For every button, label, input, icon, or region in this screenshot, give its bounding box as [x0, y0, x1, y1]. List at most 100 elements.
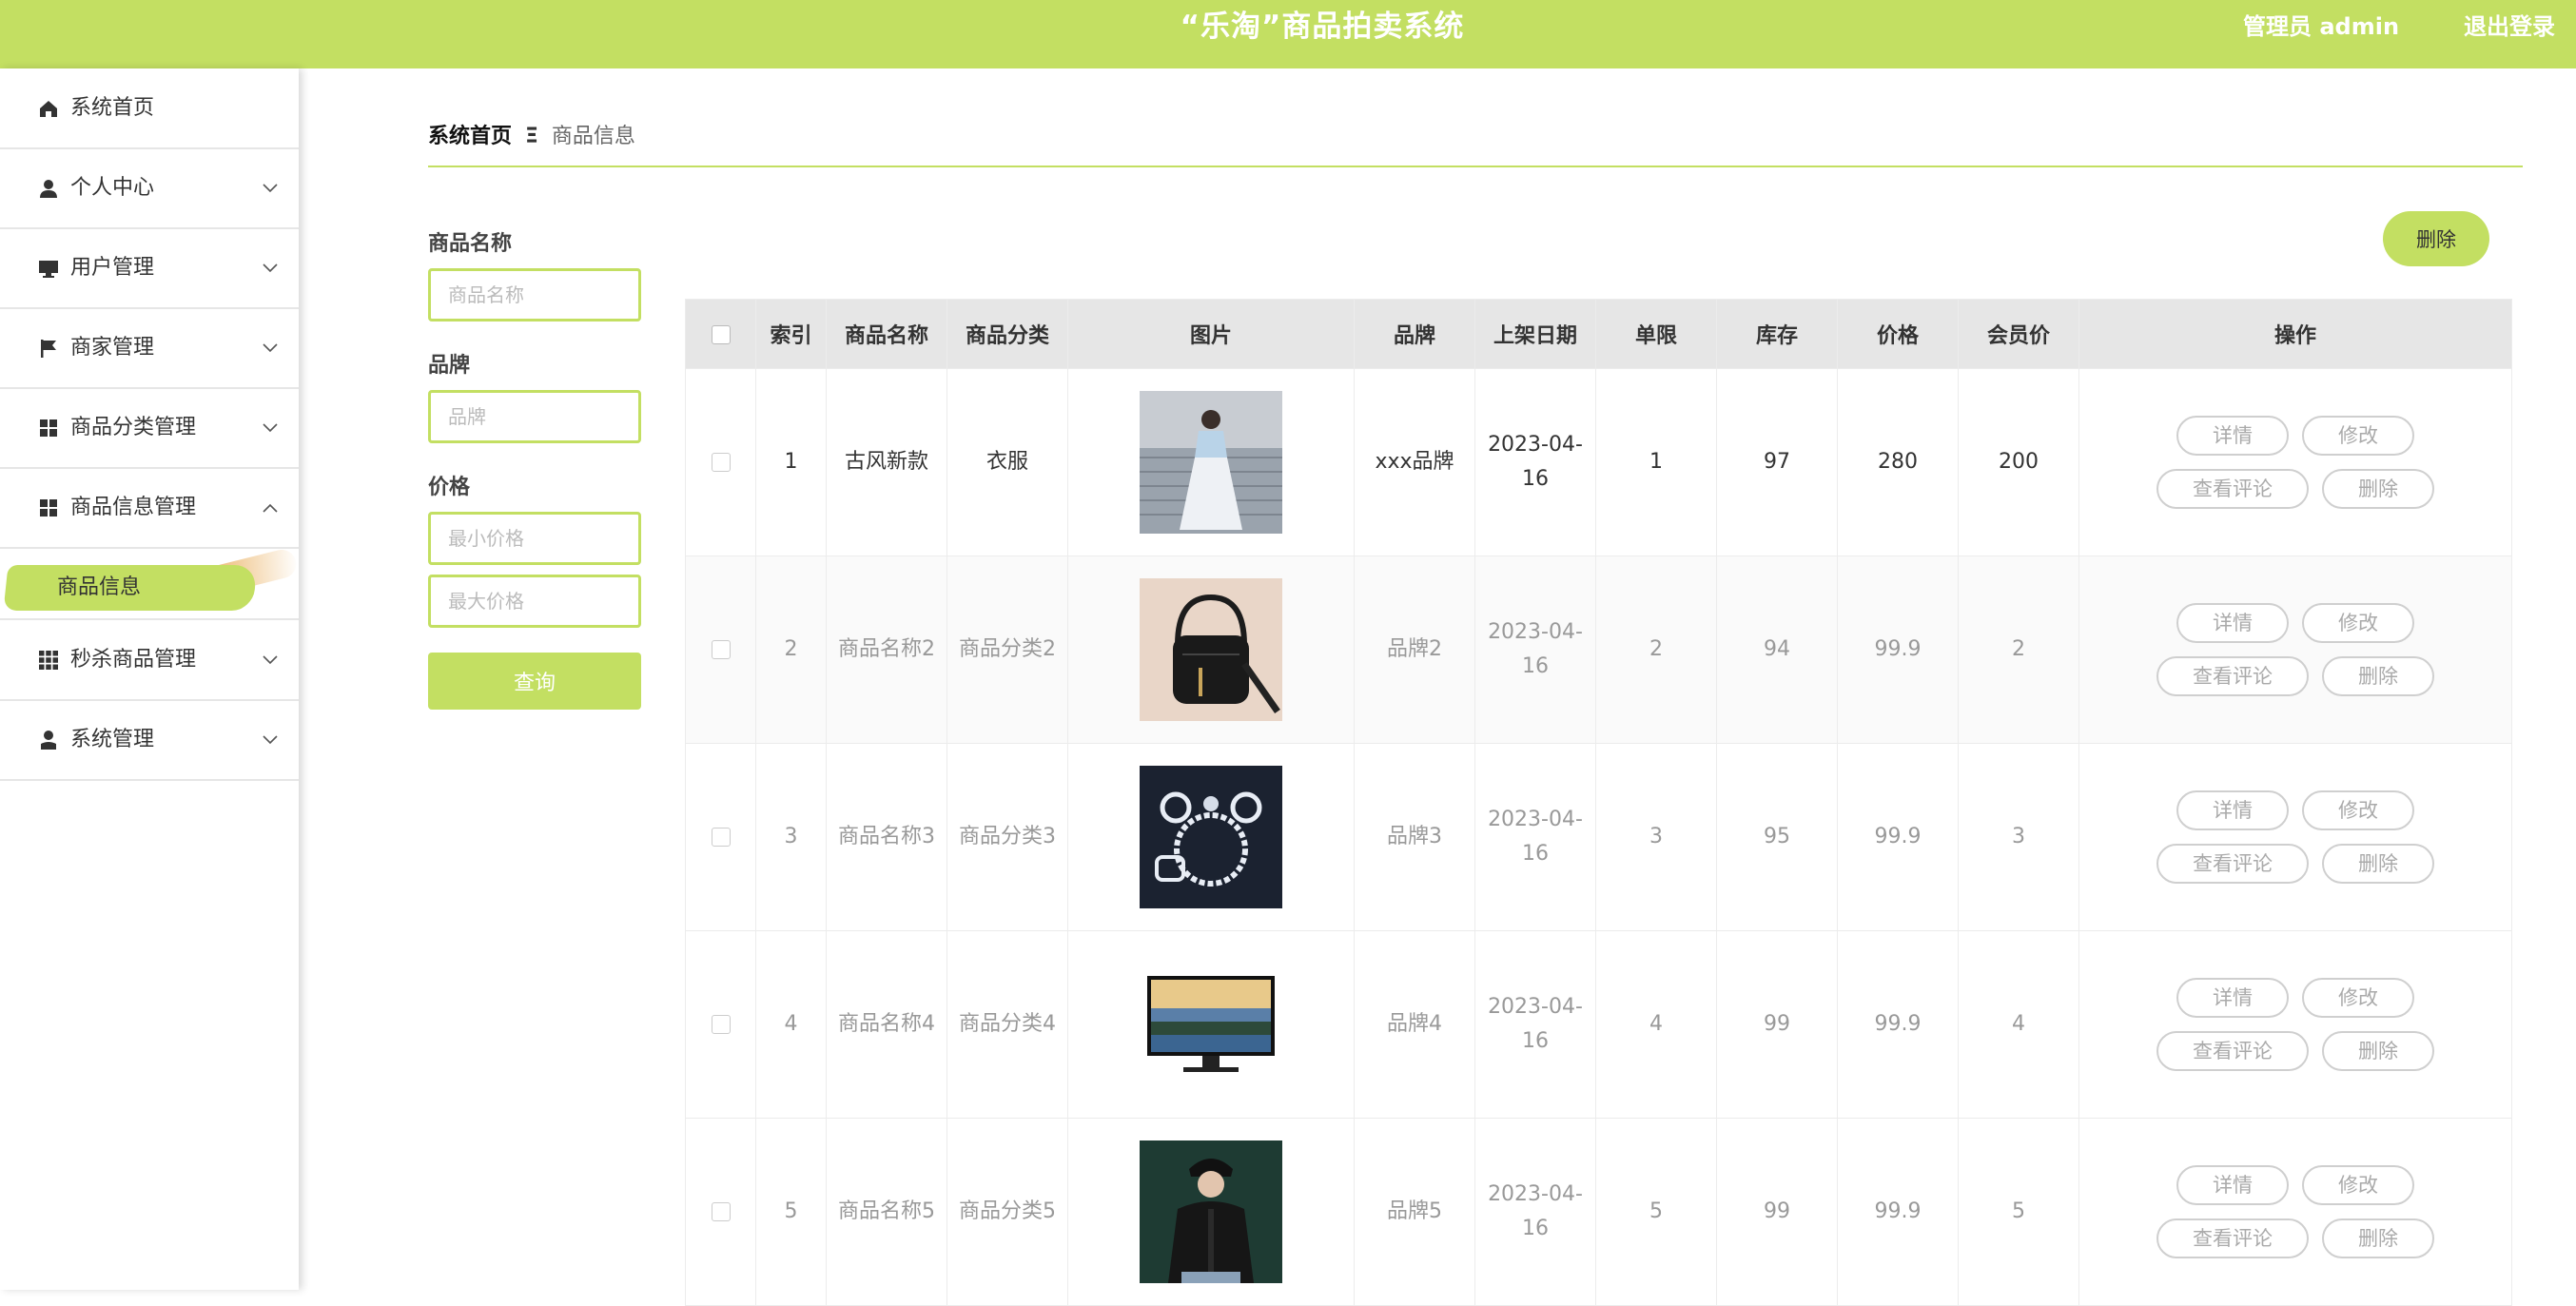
cell-category: 商品分类3 [946, 743, 1068, 931]
row-checkbox[interactable] [711, 828, 731, 847]
cell-actions: 详情 修改 查看评论 删除 [2078, 743, 2512, 931]
chevron-down-icon [263, 422, 278, 432]
row-delete-button[interactable]: 删除 [2322, 1218, 2434, 1258]
sidebar: 系统首页 个人中心 用户管理 商家管理 商品分类管理 商品信息管理 商品信息 秒… [0, 68, 300, 1290]
edit-button[interactable]: 修改 [2302, 1165, 2414, 1205]
cell-brand: 品牌5 [1354, 1118, 1475, 1306]
product-image-hanfu-dress[interactable] [1140, 391, 1282, 534]
cell-stock: 99 [1716, 930, 1838, 1119]
header-actions: 操作 [2078, 299, 2512, 369]
cell-date: 2023-04-16 [1474, 1118, 1596, 1306]
breadcrumb-separator-icon: Ξ [525, 125, 538, 148]
sidebar-item-profile[interactable]: 个人中心 [0, 148, 299, 229]
cell-name: 商品名称2 [826, 556, 947, 744]
product-image-tv[interactable] [1140, 953, 1282, 1096]
detail-button[interactable]: 详情 [2176, 416, 2289, 456]
sidebar-item-users[interactable]: 用户管理 [0, 228, 299, 309]
edit-button[interactable]: 修改 [2302, 790, 2414, 830]
cell-category: 衣服 [946, 368, 1068, 556]
detail-button[interactable]: 详情 [2176, 603, 2289, 643]
sidebar-item-categories[interactable]: 商品分类管理 [0, 388, 299, 469]
view-comments-button[interactable]: 查看评论 [2156, 656, 2309, 696]
cell-brand: 品牌4 [1354, 930, 1475, 1119]
user-admin-icon [41, 730, 56, 750]
chevron-up-icon [263, 503, 278, 513]
max-price-input[interactable] [428, 575, 641, 628]
min-price-input[interactable] [428, 512, 641, 565]
view-comments-button[interactable]: 查看评论 [2156, 1218, 2309, 1258]
row-delete-button[interactable]: 删除 [2322, 656, 2434, 696]
product-image-jacket[interactable] [1140, 1140, 1282, 1283]
cell-price: 280 [1837, 368, 1959, 556]
logout-button[interactable]: 退出登录 [2464, 0, 2555, 53]
chevron-down-icon [263, 654, 278, 664]
cell-date: 2023-04-16 [1474, 930, 1596, 1119]
detail-button[interactable]: 详情 [2176, 978, 2289, 1018]
submenu-item-label[interactable]: 商品信息 [57, 565, 141, 611]
edit-button[interactable]: 修改 [2302, 416, 2414, 456]
view-comments-button[interactable]: 查看评论 [2156, 469, 2309, 509]
sidebar-item-label: 系统管理 [70, 728, 155, 751]
product-image-jewelry[interactable] [1140, 766, 1282, 908]
sidebar-item-flash-sale[interactable]: 秒杀商品管理 [0, 620, 299, 701]
cell-actions: 详情 修改 查看评论 删除 [2078, 556, 2512, 744]
chevron-down-icon [263, 263, 278, 272]
batch-delete-button[interactable]: 删除 [2383, 211, 2489, 266]
product-image-handbag[interactable] [1140, 578, 1282, 721]
cell-price: 99.9 [1837, 743, 1959, 931]
cell-actions: 详情 修改 查看评论 删除 [2078, 1118, 2512, 1306]
cell-limit: 2 [1595, 556, 1717, 744]
table-row: 2 商品名称2 商品分类2 品牌2 2023-04-16 2 94 99.9 2 [685, 556, 2512, 744]
cell-stock: 99 [1716, 1118, 1838, 1306]
sidebar-item-home[interactable]: 系统首页 [0, 68, 299, 149]
grid-icon [40, 419, 57, 437]
edit-button[interactable]: 修改 [2302, 603, 2414, 643]
view-comments-button[interactable]: 查看评论 [2156, 844, 2309, 884]
breadcrumb-home[interactable]: 系统首页 [428, 125, 512, 148]
header-index: 索引 [755, 299, 827, 369]
product-name-input[interactable] [428, 268, 641, 322]
cell-name: 古风新款 [826, 368, 947, 556]
cell-limit: 4 [1595, 930, 1717, 1119]
monitor-icon [39, 260, 58, 278]
cell-member-price: 200 [1958, 368, 2079, 556]
cell-image [1067, 368, 1355, 556]
cell-member-price: 3 [1958, 743, 2079, 931]
row-checkbox[interactable] [711, 640, 731, 659]
cell-index: 5 [755, 1118, 827, 1306]
sidebar-item-system[interactable]: 系统管理 [0, 700, 299, 781]
cell-stock: 97 [1716, 368, 1838, 556]
cell-member-price: 4 [1958, 930, 2079, 1119]
row-delete-button[interactable]: 删除 [2322, 844, 2434, 884]
row-delete-button[interactable]: 删除 [2322, 1031, 2434, 1071]
user-icon [40, 179, 57, 198]
header-image: 图片 [1067, 299, 1355, 369]
header-category: 商品分类 [946, 299, 1068, 369]
row-checkbox[interactable] [711, 1015, 731, 1034]
brand-input[interactable] [428, 390, 641, 443]
price-label: 价格 [428, 476, 471, 499]
query-button[interactable]: 查询 [428, 653, 641, 710]
view-comments-button[interactable]: 查看评论 [2156, 1031, 2309, 1071]
row-checkbox[interactable] [711, 1202, 731, 1221]
admin-info: 管理员 admin [2243, 13, 2400, 40]
row-checkbox[interactable] [711, 453, 731, 472]
table-row: 1 古风新款 衣服 xxx品牌 2023-04-16 1 97 280 200 … [685, 368, 2512, 556]
select-all-cell [685, 299, 756, 369]
cell-stock: 95 [1716, 743, 1838, 931]
cell-date: 2023-04-16 [1474, 368, 1596, 556]
detail-button[interactable]: 详情 [2176, 790, 2289, 830]
header-member-price: 会员价 [1958, 299, 2079, 369]
sidebar-item-product-info[interactable]: 商品信息管理 [0, 468, 299, 549]
select-all-checkbox[interactable] [711, 324, 731, 344]
header-limit: 单限 [1595, 299, 1717, 369]
table-row: 5 商品名称5 商品分类5 品牌5 2023-04-16 5 99 99.9 5 [685, 1118, 2512, 1306]
edit-button[interactable]: 修改 [2302, 978, 2414, 1018]
sidebar-item-label: 秒杀商品管理 [70, 648, 197, 672]
header-stock: 库存 [1716, 299, 1838, 369]
cell-index: 4 [755, 930, 827, 1119]
cell-limit: 1 [1595, 368, 1717, 556]
row-delete-button[interactable]: 删除 [2322, 469, 2434, 509]
sidebar-item-merchants[interactable]: 商家管理 [0, 308, 299, 389]
detail-button[interactable]: 详情 [2176, 1165, 2289, 1205]
